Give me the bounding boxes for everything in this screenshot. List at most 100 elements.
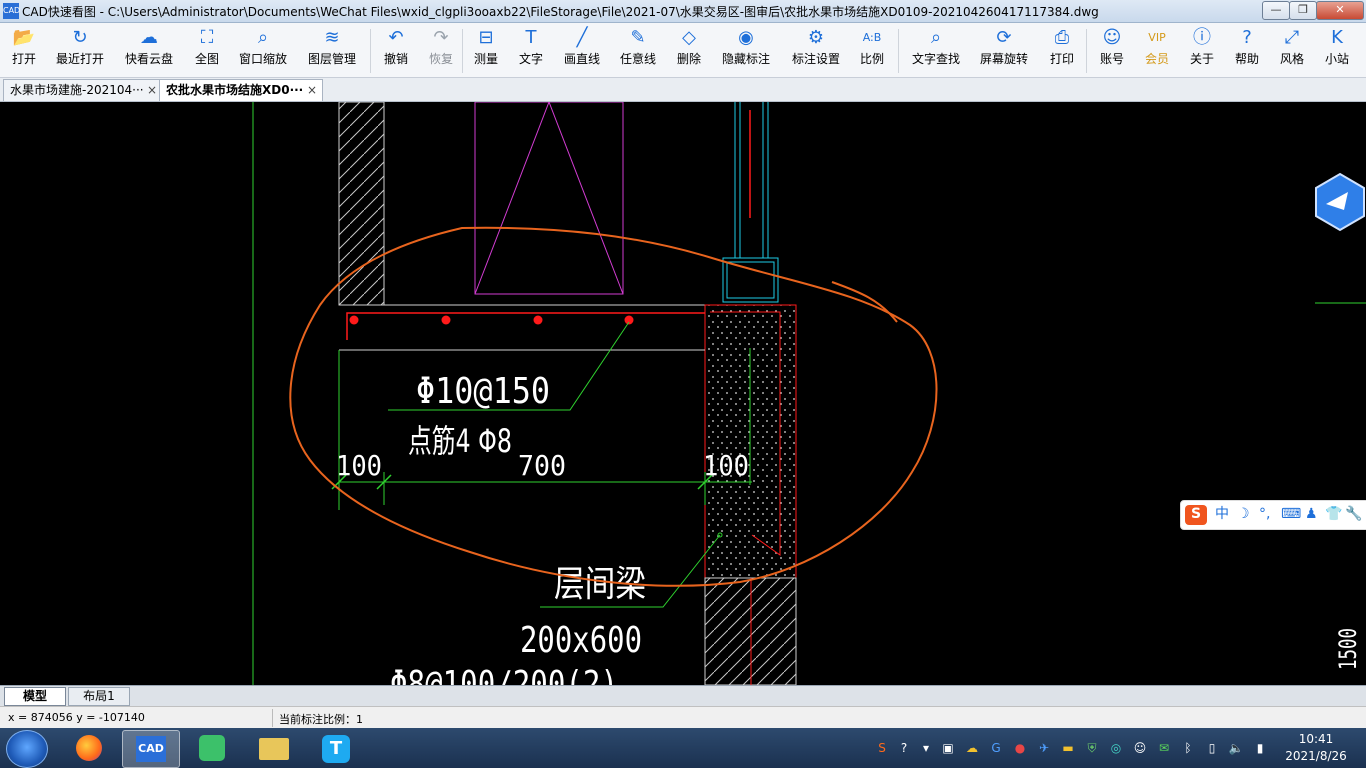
tray-bluetooth-icon[interactable]: ᛒ: [1180, 740, 1196, 756]
tray-volume-icon[interactable]: 🔈: [1228, 740, 1244, 756]
toolbar-button-label: 帮助: [1234, 52, 1259, 66]
wall-hatch: [338, 102, 385, 306]
cad-drawing-canvas[interactable]: Φ10@150 点筋4 Φ8 100 700 100 层间梁 200x600 Φ…: [0, 102, 1366, 685]
tray-red-icon[interactable]: ●: [1012, 740, 1028, 756]
punctuation-icon[interactable]: °,: [1259, 505, 1270, 523]
toolbar-button-19[interactable]: ⎙ 打印: [1042, 26, 1082, 74]
layout-tab-bar: 模型 布局1: [0, 685, 1366, 706]
coordinate-readout: x = 874056 y = -107140: [8, 711, 145, 724]
tray-shield-icon[interactable]: ⛨: [1084, 740, 1100, 756]
text-search-icon: ⌕: [930, 27, 942, 48]
eye-hide-icon: ◉: [738, 27, 754, 48]
taskbar-explorer-icon[interactable]: [246, 730, 302, 766]
window-title: CAD快速看图 - C:\Users\Administrator\Documen…: [22, 5, 1099, 19]
tray-qq-icon[interactable]: ☺: [1132, 740, 1148, 756]
toolbar-button-6[interactable]: ≋ 图层管理: [304, 26, 360, 74]
tab-layout1[interactable]: 布局1: [68, 687, 130, 706]
fit-all-icon: ⛶: [200, 27, 214, 48]
toolbar-button-17[interactable]: ⌕ 文字查找: [908, 26, 964, 74]
tray-g-icon[interactable]: G: [988, 740, 1004, 756]
toolbar-button-20[interactable]: ☺ 账号: [1092, 26, 1132, 74]
toolbar-button-4[interactable]: ⛶ 全图: [187, 26, 227, 74]
tray-help-icon[interactable]: ?: [896, 740, 912, 756]
toolbar-button-5[interactable]: ⌕ 窗口缩放: [235, 26, 291, 74]
taskbar-t-app-icon[interactable]: T: [308, 730, 364, 766]
pen-icon: ✎: [630, 27, 646, 48]
taskbar-firefox-icon[interactable]: [62, 730, 118, 766]
toolbar-button-1[interactable]: 📂 打开: [4, 26, 44, 74]
taskbar-cad-icon[interactable]: CAD: [122, 730, 180, 768]
help-icon: ?: [1242, 27, 1252, 48]
tray-wechat-icon[interactable]: ✉: [1156, 740, 1172, 756]
minimize-button[interactable]: —: [1262, 1, 1290, 20]
markup-ellipse: [289, 226, 938, 587]
tray-bird-icon[interactable]: ✈: [1036, 740, 1052, 756]
toolbar-button-12[interactable]: ✎ 任意线: [613, 26, 663, 74]
toolbar-button-23[interactable]: ? 帮助: [1227, 26, 1267, 74]
close-tab-icon[interactable]: ×: [307, 80, 317, 101]
floating-assistant-icon[interactable]: [1315, 172, 1365, 232]
dimension-middle: 700: [518, 449, 566, 482]
stirrup-label: Φ8@100/200(2): [390, 664, 618, 685]
close-button[interactable]: ✕: [1316, 1, 1364, 20]
toolbar-button-label: 图层管理: [307, 52, 356, 66]
skin-icon[interactable]: 👕: [1325, 505, 1342, 523]
clock-date[interactable]: 2021/8/26: [1282, 749, 1350, 763]
toolbar-button-21[interactable]: VIP 会员: [1137, 26, 1177, 74]
sogou-icon[interactable]: S: [1185, 505, 1207, 525]
half-moon-icon[interactable]: ☽: [1237, 505, 1250, 523]
tray-sogou-icon[interactable]: S: [874, 740, 890, 756]
taskbar-recycle-icon[interactable]: [184, 730, 240, 766]
tray-folder-icon[interactable]: ▬: [1060, 740, 1076, 756]
toolbar-button-22[interactable]: ⓘ 关于: [1182, 26, 1222, 74]
toolbar-button-label: 窗口缩放: [238, 52, 287, 66]
maximize-button[interactable]: ❐: [1289, 1, 1317, 20]
drawing-svg: Φ10@150 点筋4 Φ8 100 700 100 层间梁 200x600 Φ…: [252, 102, 1366, 685]
tab-model[interactable]: 模型: [4, 687, 66, 706]
eraser-icon: ◇: [682, 27, 696, 48]
toolbar-button-3[interactable]: ☁ 快看云盘: [121, 26, 177, 74]
keyboard-icon[interactable]: ⌨: [1281, 505, 1301, 523]
toolbar-button-15[interactable]: ⚙ 标注设置: [788, 26, 844, 74]
tray-cloud-icon[interactable]: ☁: [964, 740, 980, 756]
tray-network-icon[interactable]: ▮: [1252, 740, 1268, 756]
toolbar-button-14[interactable]: ◉ 隐藏标注: [718, 26, 774, 74]
opening-triangle: [474, 102, 624, 295]
toolbar-button-25[interactable]: K 小站: [1317, 26, 1357, 74]
toolbar-button-9[interactable]: ⊟ 测量: [466, 26, 506, 74]
toolbar-button-label: 屏幕旋转: [979, 52, 1028, 66]
start-button-icon[interactable]: [6, 730, 48, 768]
tab-structure-drawing[interactable]: 农批水果市场结施XD0··· ×: [159, 79, 323, 101]
toolbar-button-label: 文字: [518, 52, 543, 66]
tab-architecture-drawing[interactable]: 水果市场建施-202104··· ×: [3, 79, 163, 101]
tray-device-icon[interactable]: ▯: [1204, 740, 1220, 756]
scale-icon: A:B: [862, 31, 882, 44]
toolbar-button-label: 文字查找: [911, 52, 960, 66]
tray-refresh-icon[interactable]: ◎: [1108, 740, 1124, 756]
toolbar-button-label: 撤销: [383, 52, 408, 66]
rebar-dot: [441, 315, 451, 325]
document-tab-bar: 水果市场建施-202104··· × 农批水果市场结施XD0··· ×: [0, 78, 1366, 102]
toolbar-button-7[interactable]: ↶ 撤销: [376, 26, 416, 74]
user-icon: ☺: [1102, 27, 1122, 48]
toolbar-button-13[interactable]: ◇ 删除: [669, 26, 709, 74]
toolbar-button-24[interactable]: ⤢ 风格: [1272, 26, 1312, 74]
ime-mode[interactable]: 中: [1215, 505, 1229, 523]
toolbar-button-16[interactable]: A:B 比例: [852, 26, 892, 74]
toolbar-button-8[interactable]: ↷ 恢复: [421, 26, 461, 74]
clock-time[interactable]: 10:41: [1286, 732, 1346, 746]
wrench-icon[interactable]: 🔧: [1345, 505, 1362, 523]
layers-icon: ≋: [324, 27, 340, 48]
toolbar-button-label: 最近打开: [55, 52, 104, 66]
toolbar-button-10[interactable]: T 文字: [511, 26, 551, 74]
tray-expand-icon[interactable]: ▾: [918, 740, 934, 756]
toolbar-button-label: 恢复: [428, 52, 453, 66]
toolbar-button-label: 打印: [1049, 52, 1074, 66]
close-tab-icon[interactable]: ×: [147, 80, 157, 101]
toolbar-button-2[interactable]: ↻ 最近打开: [52, 26, 108, 74]
toolbar-button-18[interactable]: ⟳ 屏幕旋转: [976, 26, 1032, 74]
rotate-screen-icon: ⟳: [996, 27, 1012, 48]
user-voice-icon[interactable]: ♟: [1305, 505, 1318, 523]
toolbar-button-11[interactable]: ╱ 画直线: [557, 26, 607, 74]
tray-app-icon[interactable]: ▣: [940, 740, 956, 756]
